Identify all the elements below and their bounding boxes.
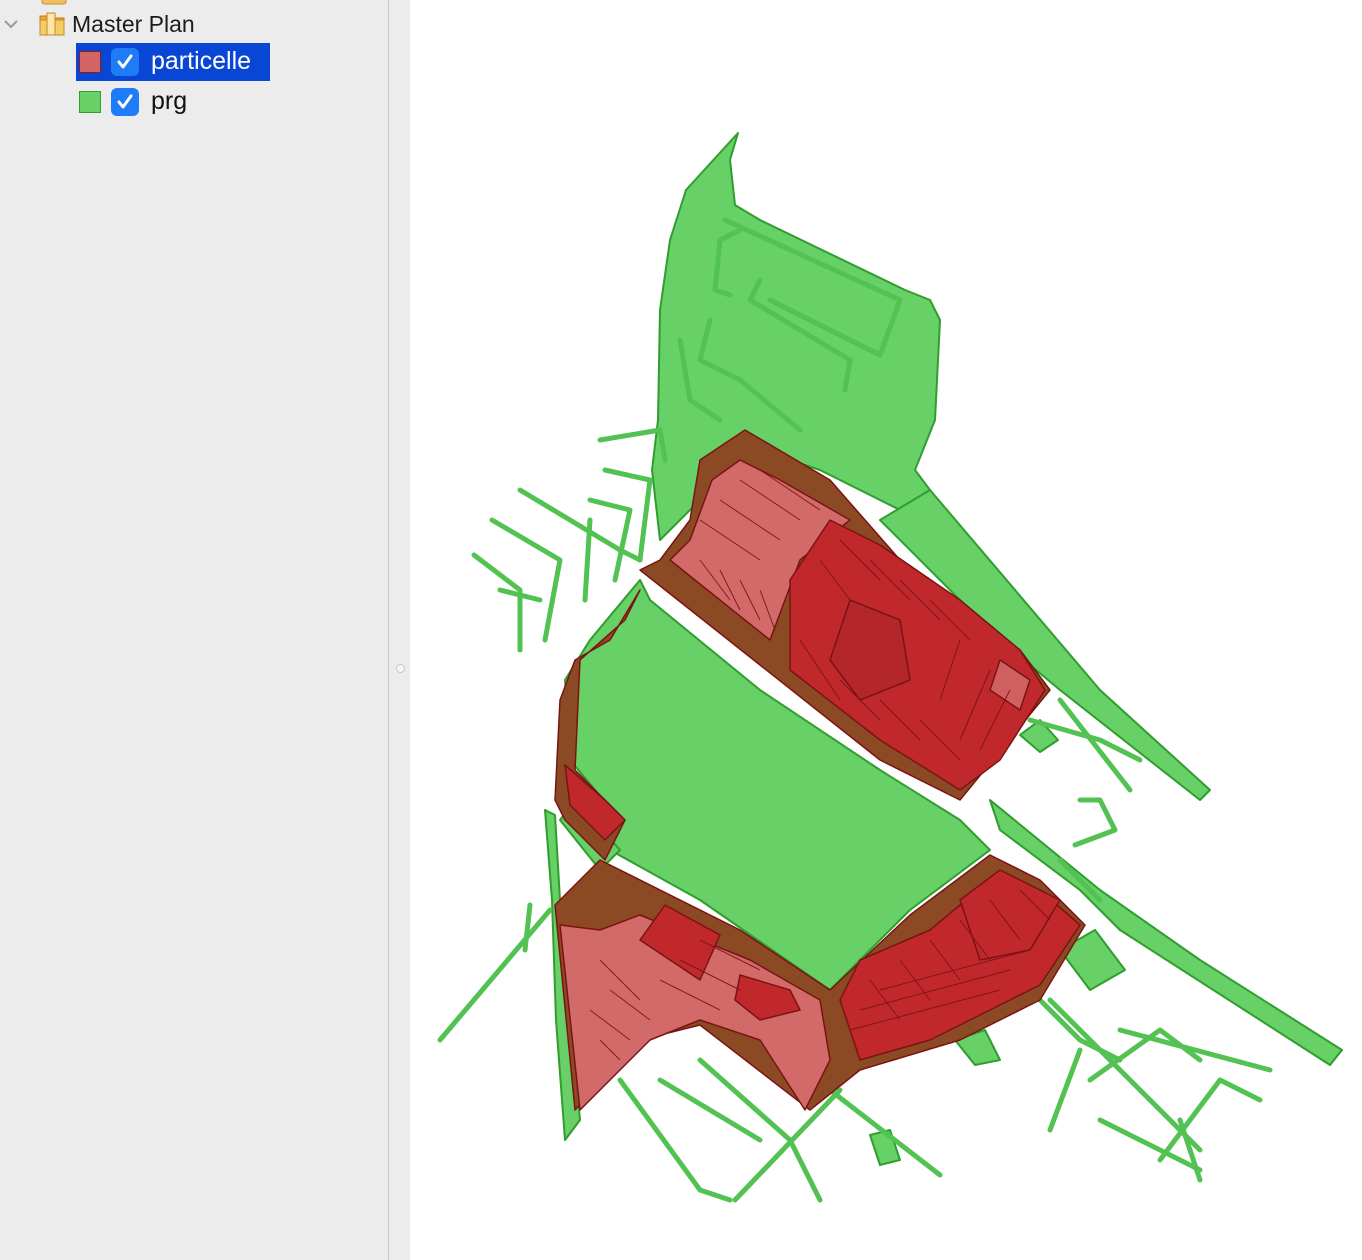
group-row-master-plan[interactable]: Master Plan xyxy=(0,6,388,42)
layer-row-prg[interactable]: prg xyxy=(76,83,236,121)
layer-visibility-checkbox[interactable] xyxy=(111,48,139,76)
group-label: Master Plan xyxy=(72,10,195,37)
panel-splitter[interactable] xyxy=(388,0,410,1260)
splitter-handle[interactable] xyxy=(396,664,405,673)
layer-visibility-checkbox[interactable] xyxy=(111,88,139,116)
layers-panel: Master Plan particelle prg xyxy=(0,0,388,1260)
layer-symbol-swatch[interactable] xyxy=(79,91,101,113)
layer-row-particelle[interactable]: particelle xyxy=(76,43,270,81)
chevron-down-icon[interactable] xyxy=(2,16,20,32)
checkmark-icon xyxy=(117,54,133,69)
layer-symbol-swatch[interactable] xyxy=(79,51,101,73)
layer-label: particelle xyxy=(151,46,252,75)
folder-icon xyxy=(39,12,65,36)
map-canvas[interactable] xyxy=(410,0,1362,1260)
map-svg xyxy=(437,132,1343,1203)
layer-label: prg xyxy=(151,86,188,115)
checkmark-icon xyxy=(117,94,133,109)
